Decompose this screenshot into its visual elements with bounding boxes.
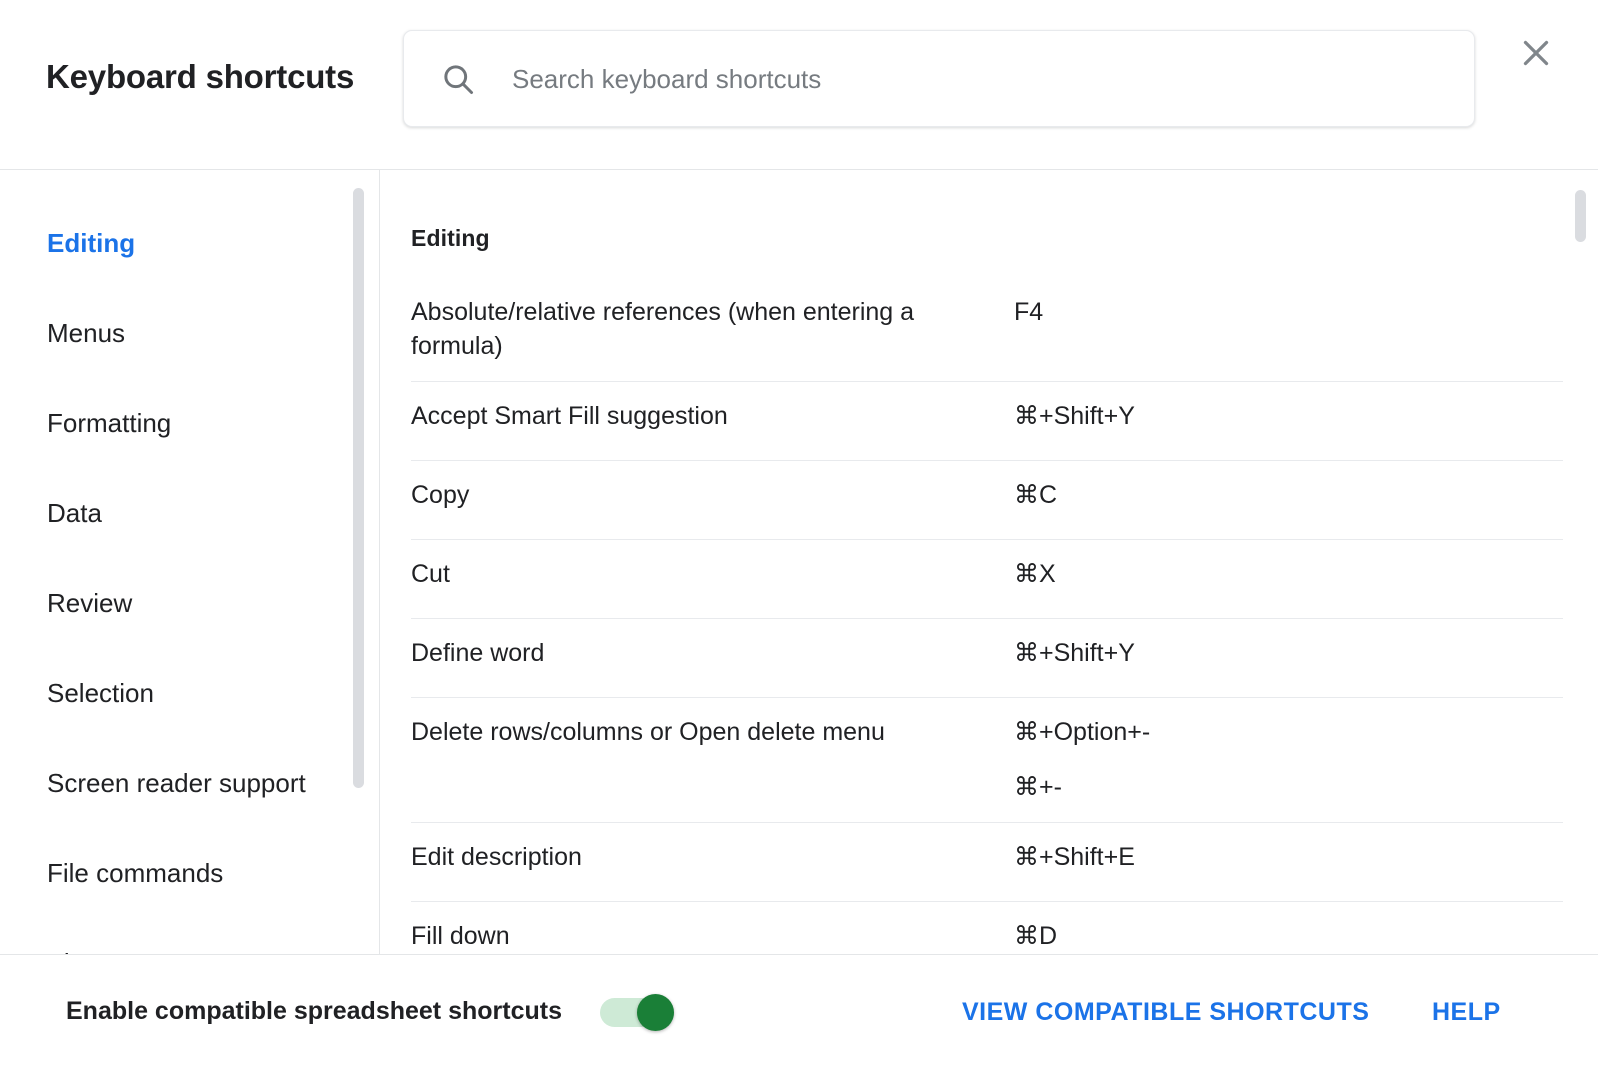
- sidebar-item-review[interactable]: Review: [0, 558, 379, 648]
- dialog-footer: Enable compatible spreadsheet shortcuts …: [0, 955, 1598, 1066]
- content-scrollbar[interactable]: [1575, 190, 1586, 242]
- shortcut-description: Absolute/relative references (when enter…: [411, 298, 915, 360]
- shortcut-key: F4: [1014, 298, 1044, 326]
- sidebar-item-editing[interactable]: Editing: [0, 198, 379, 288]
- sidebar-item-label: Review: [47, 587, 133, 618]
- sidebar-scrollbar[interactable]: [353, 188, 364, 788]
- sidebar-item-selection[interactable]: Selection: [0, 648, 379, 738]
- shortcut-keys: ⌘C: [1011, 478, 1563, 512]
- shortcut-description: Accept Smart Fill suggestion: [411, 402, 728, 430]
- shortcut-keys: ⌘+Option+- ⌘+-: [1011, 715, 1563, 804]
- shortcut-keys: F4: [1011, 295, 1563, 329]
- compatible-shortcuts-toggle[interactable]: [600, 994, 674, 1031]
- shortcut-description: Delete rows/columns or Open delete menu: [411, 718, 885, 746]
- section-title: Editing: [411, 225, 490, 251]
- search-box[interactable]: [403, 30, 1475, 127]
- sidebar-item-label: Menus: [47, 317, 126, 348]
- sidebar-item-label: View: [47, 948, 103, 955]
- sidebar-item-label: Editing: [47, 227, 136, 258]
- shortcut-row: Define word ⌘+Shift+Y: [411, 619, 1563, 698]
- shortcut-key: ⌘C: [1014, 481, 1058, 509]
- shortcut-key: ⌘+Shift+Y: [1014, 402, 1135, 430]
- close-icon: [1523, 40, 1549, 66]
- shortcuts-content: Editing Absolute/relative references (wh…: [380, 170, 1598, 954]
- sidebar-item-data[interactable]: Data: [0, 468, 379, 558]
- shortcut-keys: ⌘D: [1011, 919, 1563, 953]
- help-button[interactable]: HELP: [1432, 998, 1501, 1027]
- sidebar-item-label: Data: [47, 497, 102, 528]
- shortcut-description: Copy: [411, 481, 470, 509]
- sidebar-item-menus[interactable]: Menus: [0, 288, 379, 378]
- shortcut-row: Accept Smart Fill suggestion ⌘+Shift+Y: [411, 382, 1563, 461]
- sidebar-item-label: Formatting: [47, 407, 172, 438]
- shortcut-row: Edit description ⌘+Shift+E: [411, 823, 1563, 902]
- sidebar-item-label: Screen reader support: [47, 767, 306, 798]
- shortcut-row: Absolute/relative references (when enter…: [411, 291, 1563, 382]
- shortcut-description: Define word: [411, 639, 545, 667]
- sidebar: Editing Menus Formatting Data Review Selectio…: [0, 170, 380, 954]
- close-button[interactable]: [1510, 27, 1562, 79]
- sidebar-item-label: Selection: [47, 677, 154, 708]
- shortcut-keys: ⌘+Shift+Y: [1011, 399, 1563, 433]
- shortcut-key: ⌘+Shift+Y: [1014, 639, 1135, 667]
- shortcut-key: ⌘D: [1014, 922, 1058, 950]
- shortcut-row: Cut ⌘X: [411, 540, 1563, 619]
- sidebar-item-label: File commands: [47, 857, 224, 888]
- shortcut-row: Copy ⌘C: [411, 461, 1563, 540]
- keyboard-shortcuts-dialog: Keyboard shortcuts Editing Menus Formattin…: [0, 0, 1598, 1066]
- shortcut-key: ⌘X: [1014, 560, 1056, 588]
- toggle-knob: [637, 994, 674, 1031]
- shortcut-keys: ⌘+Shift+E: [1011, 840, 1563, 874]
- shortcut-keys: ⌘+Shift+Y: [1011, 636, 1563, 670]
- compatible-shortcuts-label: Enable compatible spreadsheet shortcuts: [66, 997, 562, 1025]
- view-compatible-shortcuts-button[interactable]: VIEW COMPATIBLE SHORTCUTS: [962, 998, 1369, 1027]
- sidebar-item-file-commands[interactable]: File commands: [0, 828, 379, 918]
- shortcut-rows: Absolute/relative references (when enter…: [411, 291, 1598, 954]
- shortcut-key: ⌘+-: [1014, 773, 1062, 801]
- shortcut-row: Delete rows/columns or Open delete menu ⌘…: [411, 698, 1563, 823]
- sidebar-item-formatting[interactable]: Formatting: [0, 378, 379, 468]
- dialog-header: Keyboard shortcuts: [0, 0, 1598, 170]
- shortcuts-list: Editing Absolute/relative references (wh…: [380, 170, 1598, 954]
- sidebar-list: Editing Menus Formatting Data Review Selectio…: [0, 170, 379, 955]
- shortcut-key: ⌘+Shift+E: [1014, 843, 1135, 871]
- sidebar-item-screen-reader-support[interactable]: Screen reader support: [0, 738, 379, 828]
- sidebar-item-view[interactable]: View: [0, 918, 379, 955]
- shortcut-description: Fill down: [411, 922, 510, 950]
- search-input[interactable]: [512, 58, 1392, 99]
- page-title: Keyboard shortcuts: [46, 58, 355, 95]
- shortcut-key: ⌘+Option+-: [1014, 718, 1151, 746]
- search-icon: [444, 64, 473, 94]
- shortcut-keys: ⌘X: [1011, 557, 1563, 591]
- shortcut-description: Edit description: [411, 843, 582, 871]
- shortcut-description: Cut: [411, 560, 450, 588]
- dialog-body: Editing Menus Formatting Data Review Selectio…: [0, 170, 1598, 955]
- shortcut-row: Fill down ⌘D: [411, 902, 1563, 954]
